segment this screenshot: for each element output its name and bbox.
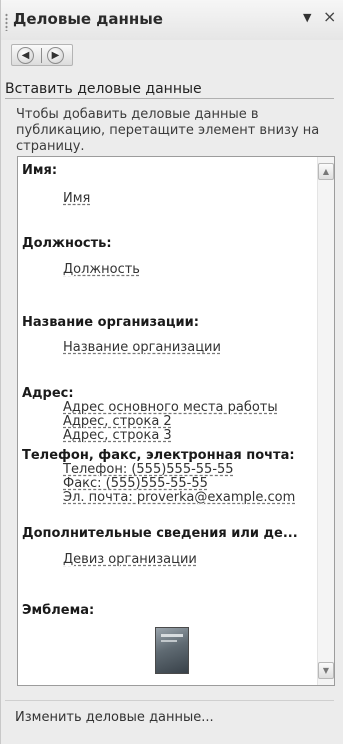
section-divider: [5, 98, 334, 99]
pane-title: Деловые данные: [13, 10, 163, 28]
instruction-text: Чтобы добавить деловые данные в публикац…: [16, 107, 320, 154]
footer-divider: [5, 700, 334, 701]
back-arrow-icon[interactable]: ◀: [17, 47, 34, 64]
list-scrollbar[interactable]: ▲ ▼: [317, 157, 334, 685]
list-item-organization[interactable]: Название организации: Название организац…: [22, 315, 314, 355]
organization-field-item[interactable]: Название организации: [63, 341, 314, 355]
scroll-up-icon[interactable]: ▲: [318, 163, 334, 180]
address-line-1[interactable]: Адрес основного места работы: [63, 401, 314, 415]
field-label: Имя:: [22, 163, 58, 178]
position-field-item[interactable]: Должность: [63, 263, 314, 277]
field-label: Телефон, факс, электронная почта:: [22, 448, 295, 463]
scroll-down-icon[interactable]: ▼: [318, 662, 334, 679]
phone-field-item[interactable]: Телефон: (555)555-55-55: [63, 463, 314, 477]
forward-arrow-icon[interactable]: ▶: [47, 47, 64, 64]
list-item-logo[interactable]: Эмблема:: [22, 603, 314, 618]
list-item-name[interactable]: Имя: Имя: [22, 163, 314, 206]
section-header: Вставить деловые данные: [5, 81, 202, 97]
tagline-field-item[interactable]: Девиз организации: [63, 553, 314, 567]
list-item-position[interactable]: Должность: Должность: [22, 236, 314, 277]
drag-grip-icon[interactable]: [5, 13, 8, 31]
business-information-pane: Деловые данные ▼ × ◀ ▶ Вставить деловые …: [0, 0, 343, 744]
pane-menu-dropdown-icon[interactable]: ▼: [303, 11, 311, 24]
list-item-address[interactable]: Адрес: Адрес основного места работы Адре…: [22, 386, 314, 443]
field-label: Должность:: [22, 236, 112, 251]
navigation-bar: ◀ ▶: [11, 44, 73, 66]
fax-field-item[interactable]: Факс: (555)555-55-55: [63, 477, 314, 491]
address-line-3[interactable]: Адрес, строка 3: [63, 429, 314, 443]
field-label: Название организации:: [22, 315, 199, 330]
field-label: Эмблема:: [22, 603, 95, 618]
change-business-info-link[interactable]: Изменить деловые данные...: [15, 710, 214, 725]
field-label: Адрес:: [22, 386, 74, 401]
pane-title-bar: Деловые данные ▼ ×: [1, 0, 343, 40]
address-line-2[interactable]: Адрес, строка 2: [63, 415, 314, 429]
field-label: Дополнительные сведения или де...: [22, 526, 298, 541]
nav-separator: [41, 48, 42, 63]
close-icon[interactable]: ×: [323, 7, 336, 26]
list-item-contacts[interactable]: Телефон, факс, электронная почта: Телефо…: [22, 448, 314, 505]
name-field-item[interactable]: Имя: [63, 192, 314, 206]
list-item-extra-info[interactable]: Дополнительные сведения или де... Девиз …: [22, 526, 314, 567]
email-field-item[interactable]: Эл. почта: proverka@example.com: [63, 491, 314, 505]
business-info-list[interactable]: Имя: Имя Должность: Должность Название о…: [17, 156, 335, 686]
logo-thumbnail[interactable]: [155, 627, 189, 674]
